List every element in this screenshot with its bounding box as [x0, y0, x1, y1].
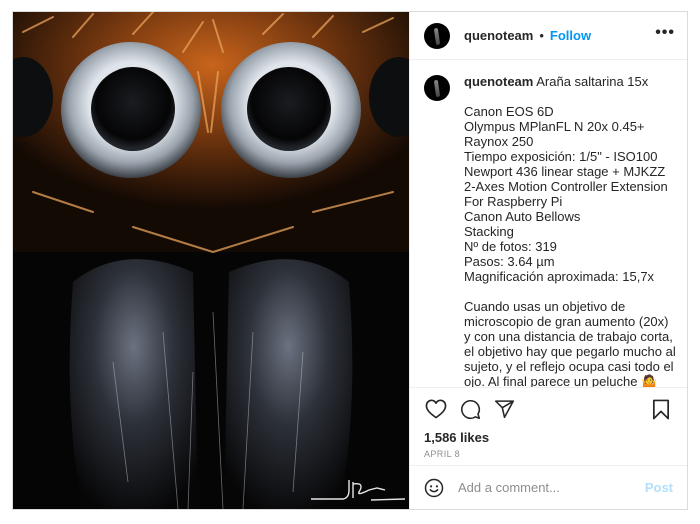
caption-line: Olympus MPlanFL N 20x 0.45+	[464, 119, 645, 134]
caption-line: Tiempo exposición: 1/5" - ISO100	[464, 149, 658, 164]
caption-line: Stacking	[464, 224, 514, 239]
add-comment-input[interactable]	[458, 480, 645, 495]
left-chelicera	[69, 259, 199, 509]
caption-line: 2-Axes Motion Controller Extension	[464, 179, 668, 194]
share-button[interactable]	[492, 397, 516, 421]
post-header: quenoteam • Follow •••	[410, 12, 687, 60]
post-side-panel: quenoteam • Follow ••• quenoteam Araña s…	[409, 12, 687, 509]
caption: quenoteam Araña saltarina 15x Canon EOS …	[464, 74, 676, 387]
caption-line: Nº de fotos: 319	[464, 239, 557, 254]
caption-author[interactable]: quenoteam	[464, 74, 533, 89]
caption-line: Pasos: 3.64 µm	[464, 254, 555, 269]
caption-line: Raynox 250	[464, 134, 534, 149]
author-username[interactable]: quenoteam	[464, 28, 533, 43]
post-date[interactable]: APRIL 8	[424, 449, 673, 459]
post-actions: 1,586 likes APRIL 8	[410, 387, 687, 465]
caption-paragraph-line: ojo. Al final parece un peluche 🤷	[464, 374, 658, 387]
caption-paragraph-line: Cuando usas un objetivo de	[464, 299, 626, 314]
author-avatar[interactable]	[424, 22, 450, 49]
send-paper-plane-icon	[494, 400, 514, 419]
post-photo[interactable]	[13, 12, 409, 509]
caption-paragraph-line: microscopio de gran aumento (20x)	[464, 314, 669, 329]
comment-bubble-icon	[460, 399, 480, 419]
heart-icon	[425, 399, 447, 419]
caption-line: Canon EOS 6D	[464, 104, 554, 119]
comment-button[interactable]	[458, 397, 482, 421]
follow-button[interactable]: Follow	[550, 28, 591, 43]
save-button[interactable]	[649, 397, 673, 421]
spider-macro-image	[13, 12, 409, 509]
like-button[interactable]	[424, 397, 448, 421]
caption-area[interactable]: quenoteam Araña saltarina 15x Canon EOS …	[410, 60, 687, 387]
caption-line: For Raspberry Pi	[464, 194, 563, 209]
caption-line: Newport 436 linear stage + MJKZZ	[464, 164, 666, 179]
post-comment-button[interactable]: Post	[645, 480, 673, 495]
caption-author-avatar[interactable]	[424, 75, 450, 101]
instagram-post-card: quenoteam • Follow ••• quenoteam Araña s…	[12, 11, 688, 510]
emoji-icon[interactable]	[424, 478, 444, 498]
caption-paragraph-line: y con una distancia de trabajo corta,	[464, 329, 673, 344]
right-chelicera	[224, 259, 353, 509]
caption-title: Araña saltarina 15x	[536, 74, 649, 89]
more-options-icon[interactable]: •••	[655, 24, 675, 44]
caption-paragraph-line: el objetivo hay que pegarlo mucho al	[464, 344, 676, 359]
caption-line: Canon Auto Bellows	[464, 209, 581, 224]
caption-paragraph-line: sujeto, y el reflejo ocupa casi todo el	[464, 359, 674, 374]
likes-count[interactable]: 1,586 likes	[424, 430, 673, 445]
bookmark-icon	[652, 399, 670, 419]
caption-line: Magnificación aproximada: 15,7x	[464, 269, 655, 284]
comment-bar: Post	[410, 465, 687, 509]
separator-dot: •	[539, 28, 544, 43]
